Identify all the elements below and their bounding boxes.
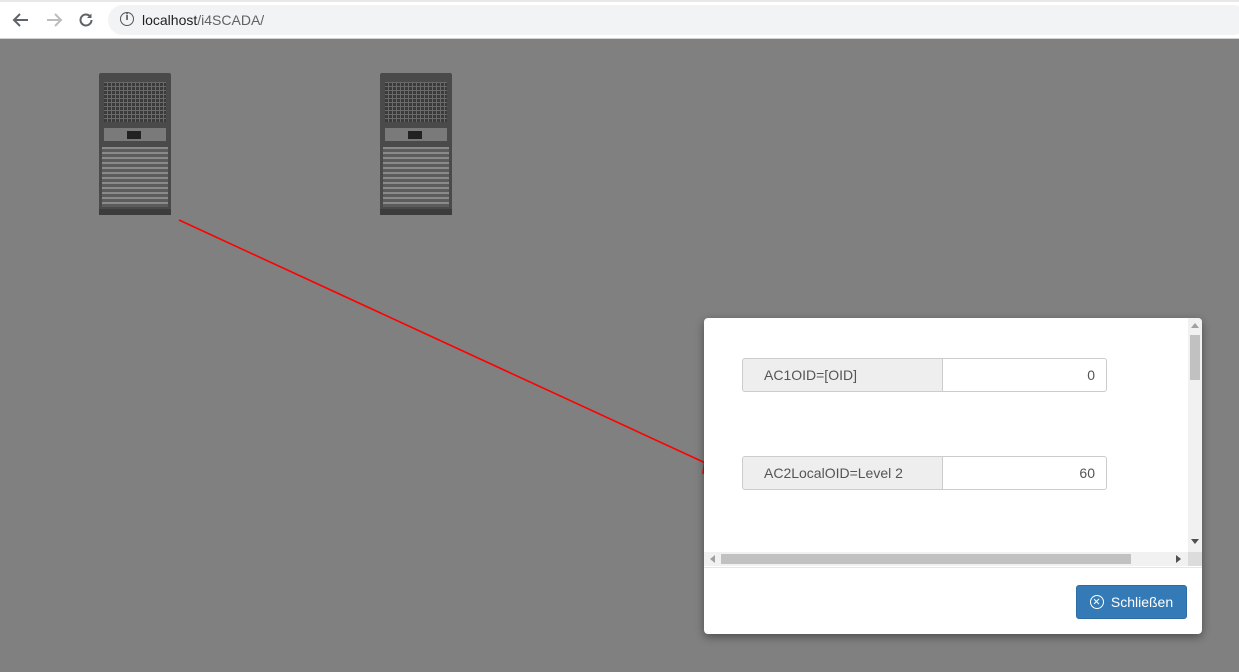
scroll-right-icon[interactable] — [1176, 555, 1181, 563]
field-row-ac1oid: AC1OID=[OID] 0 — [742, 358, 1107, 392]
vertical-scroll-thumb[interactable] — [1190, 335, 1200, 380]
dialog-content: AC1OID=[OID] 0 AC2LocalOID=Level 2 60 — [704, 318, 1188, 552]
field-row-ac2localoid: AC2LocalOID=Level 2 60 — [742, 456, 1107, 490]
field-input-ac2localoid[interactable]: 60 — [942, 456, 1107, 490]
close-button-label: Schließen — [1110, 594, 1174, 610]
scrollbar-corner — [1188, 552, 1202, 566]
horizontal-scrollbar[interactable] — [704, 552, 1188, 566]
horizontal-scroll-thumb[interactable] — [721, 554, 1131, 564]
field-input-ac1oid[interactable]: 0 — [942, 358, 1107, 392]
field-label-ac2localoid: AC2LocalOID=Level 2 — [742, 456, 942, 490]
properties-dialog: AC1OID=[OID] 0 AC2LocalOID=Level 2 60 Sc… — [704, 318, 1202, 634]
circle-x-icon — [1089, 595, 1104, 609]
dialog-footer: Schließen — [704, 567, 1202, 634]
field-label-ac1oid: AC1OID=[OID] — [742, 358, 942, 392]
scroll-up-icon[interactable] — [1191, 323, 1199, 328]
vertical-scrollbar[interactable] — [1188, 318, 1202, 552]
close-button[interactable]: Schließen — [1076, 585, 1187, 619]
scroll-left-icon[interactable] — [710, 555, 715, 563]
scroll-down-icon[interactable] — [1191, 539, 1199, 544]
arrow-line — [178, 219, 713, 467]
